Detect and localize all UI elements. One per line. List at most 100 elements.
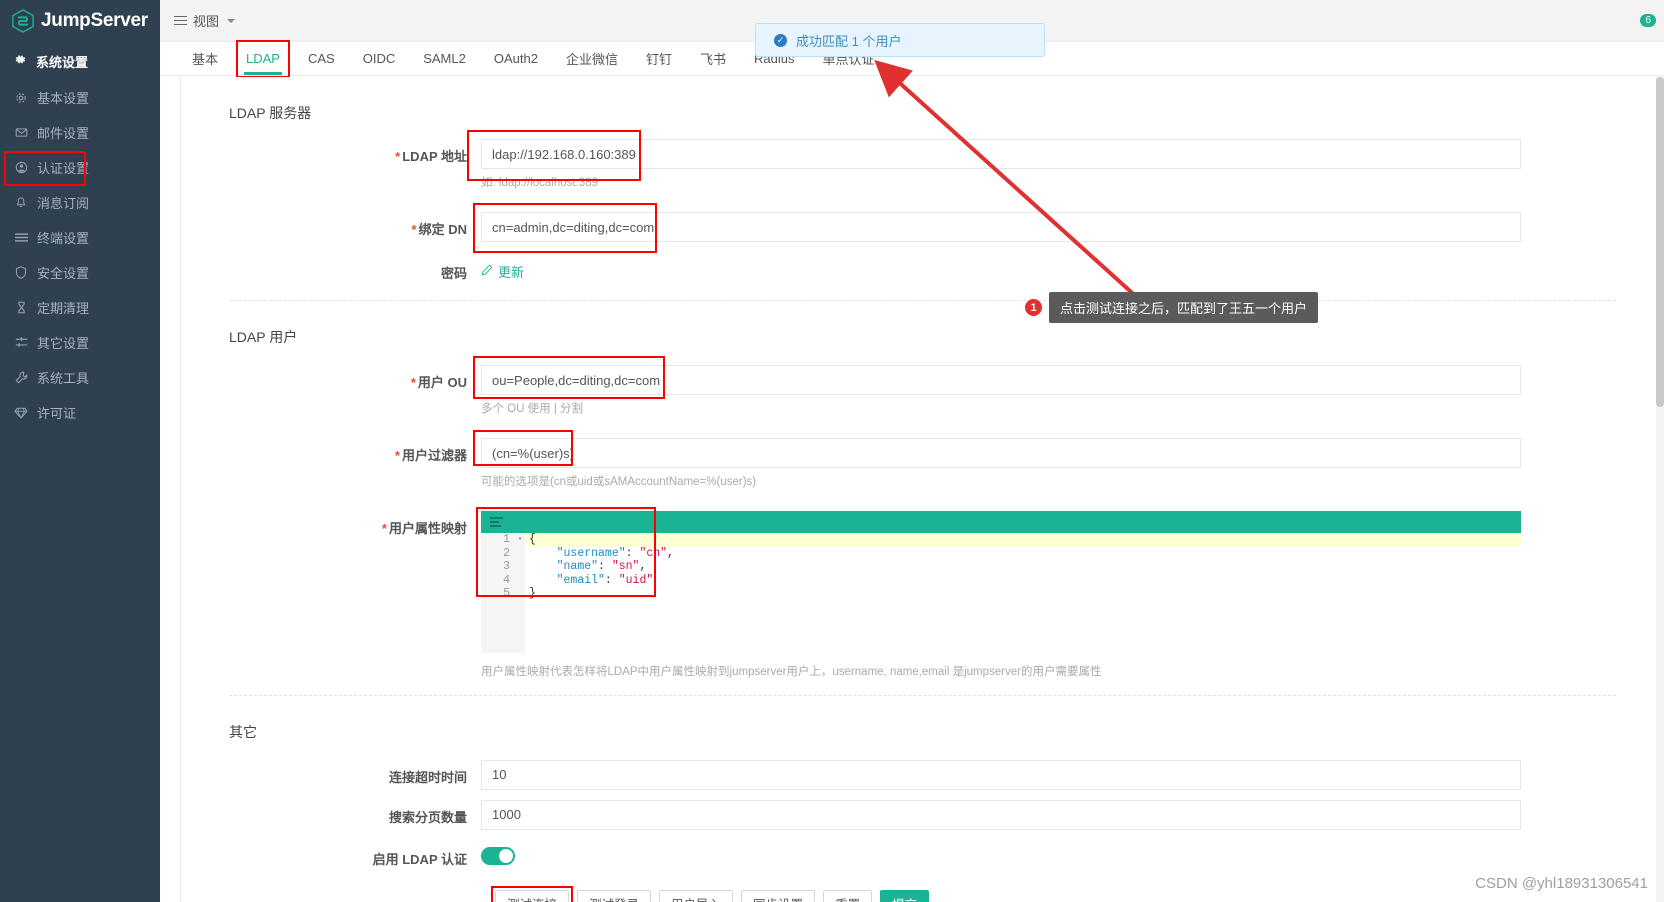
code-text: { bbox=[529, 533, 536, 546]
annotation-step-number: 1 bbox=[1025, 299, 1042, 316]
sidebar-item-periodic-cleanup[interactable]: 定期清理 bbox=[0, 290, 160, 325]
connection-timeout-input[interactable] bbox=[481, 759, 1521, 790]
search-page-size-input[interactable] bbox=[481, 799, 1521, 830]
password-update-link[interactable]: 更新 bbox=[481, 256, 524, 281]
tab-wechat-work[interactable]: 企业微信 bbox=[552, 42, 632, 75]
brand-logo-area[interactable]: JumpServer bbox=[0, 0, 160, 42]
field-control-user-ou: 多个 OU 使用 | 分割 bbox=[473, 356, 1521, 416]
fold-spacer bbox=[515, 587, 525, 601]
test-connection-button[interactable]: 测试连接 bbox=[495, 889, 570, 902]
line-number: 3 bbox=[481, 560, 515, 574]
code-text: "username": "cn", bbox=[556, 546, 674, 560]
gear-icon bbox=[14, 53, 27, 69]
topbar-right-area: 6 bbox=[1640, 14, 1664, 27]
field-control-attr-map: 1 ▾ { 2 "username": "cn", 3 "name": "sn"… bbox=[476, 507, 1521, 679]
editor-toolbar bbox=[481, 511, 1521, 533]
sidebar-group-system-settings[interactable]: 系统设置 bbox=[0, 42, 160, 80]
sidebar-item-message-subscription[interactable]: 消息订阅 bbox=[0, 185, 160, 220]
tab-oauth2[interactable]: OAuth2 bbox=[480, 42, 552, 75]
annotation-callout: 1 点击测试连接之后，匹配到了王五一个用户 bbox=[1025, 292, 1319, 323]
fold-spacer bbox=[515, 560, 525, 574]
attr-map-hint: 用户属性映射代表怎样将LDAP中用户属性映射到jumpserver用户上，use… bbox=[481, 665, 1102, 678]
field-label-user-filter: * 用户过滤器 bbox=[181, 438, 481, 464]
view-switcher-label: 视图 bbox=[193, 14, 220, 29]
diamond-icon bbox=[14, 407, 28, 419]
fold-arrow-icon[interactable]: ▾ bbox=[515, 533, 525, 547]
sidebar-item-system-tools[interactable]: 系统工具 bbox=[0, 360, 160, 395]
enable-ldap-toggle[interactable] bbox=[481, 846, 515, 865]
section-divider-1 bbox=[229, 300, 1616, 301]
tab-label: OIDC bbox=[362, 51, 396, 66]
bind-dn-input[interactable] bbox=[481, 212, 1521, 242]
field-label-timeout: 连接超时时间 bbox=[181, 760, 481, 786]
sidebar-item-license[interactable]: 许可证 bbox=[0, 395, 160, 430]
sidebar-group-label: 系统设置 bbox=[36, 54, 89, 70]
tab-saml2[interactable]: SAML2 bbox=[409, 42, 480, 75]
line-number: 4 bbox=[481, 573, 515, 588]
test-connection-wrapper: 测试连接 bbox=[490, 885, 574, 902]
sidebar-item-label: 安全设置 bbox=[37, 266, 90, 281]
code-text: } bbox=[529, 587, 536, 601]
import-users-button[interactable]: 用户导入 bbox=[659, 889, 734, 902]
sidebar-item-auth-settings[interactable]: 认证设置 bbox=[0, 150, 160, 186]
chevron-down-icon bbox=[227, 18, 236, 23]
mail-icon bbox=[14, 126, 28, 139]
wrench-icon bbox=[14, 371, 28, 384]
field-control-user-filter: 可能的选项是(cn或uid或sAMAccountName=%(user)s) bbox=[473, 430, 1521, 489]
notification-badge[interactable]: 6 bbox=[1640, 14, 1656, 27]
test-login-button[interactable]: 测试登录 bbox=[577, 889, 652, 902]
sidebar-item-basic-settings[interactable]: 基本设置 bbox=[0, 80, 160, 115]
user-filter-hint: 可能的选项是(cn或uid或sAMAccountName=%(user)s) bbox=[481, 476, 757, 488]
view-switcher[interactable]: 视图 bbox=[174, 11, 236, 30]
tab-feishu[interactable]: 飞书 bbox=[686, 42, 740, 75]
sidebar-item-label: 邮件设置 bbox=[37, 126, 90, 141]
ldap-url-hint: 如: ldap://localhost:389 bbox=[481, 177, 598, 189]
label-text: 绑定 DN bbox=[418, 222, 467, 237]
editor-code-area[interactable]: 1 ▾ { 2 "username": "cn", 3 "name": "sn"… bbox=[481, 533, 1521, 653]
field-row-enable-ldap: 启用 LDAP 认证 bbox=[181, 842, 1664, 868]
sidebar-item-other-settings[interactable]: 其它设置 bbox=[0, 325, 160, 360]
tab-dingtalk[interactable]: 钉钉 bbox=[632, 42, 686, 75]
page-scrollbar[interactable] bbox=[1656, 77, 1664, 902]
field-control-ldap-url: 如: ldap://localhost:389 bbox=[467, 130, 1521, 190]
scrollbar-thumb[interactable] bbox=[1656, 77, 1664, 407]
tab-label: 飞书 bbox=[699, 52, 726, 67]
required-marker: * bbox=[394, 448, 400, 463]
ldap-url-input[interactable] bbox=[481, 139, 1521, 169]
code-text: "name": "sn", bbox=[556, 560, 647, 574]
sidebar-item-terminal-settings[interactable]: 终端设置 bbox=[0, 220, 160, 255]
tab-cas[interactable]: CAS bbox=[294, 42, 349, 75]
hourglass-icon bbox=[14, 301, 28, 314]
required-marker: * bbox=[381, 521, 387, 536]
required-marker: * bbox=[395, 149, 401, 164]
tab-label: 企业微信 bbox=[565, 52, 618, 67]
field-label-bind-dn: * 绑定 DN bbox=[181, 212, 481, 238]
bell-icon bbox=[14, 196, 28, 209]
user-ou-input[interactable] bbox=[481, 365, 1521, 395]
label-text: LDAP 地址 bbox=[402, 149, 467, 164]
editor-gutter-filler bbox=[481, 600, 525, 653]
reset-button[interactable]: 重置 bbox=[823, 889, 873, 902]
label-text: 启用 LDAP 认证 bbox=[372, 851, 467, 867]
sidebar-item-mail-settings[interactable]: 邮件设置 bbox=[0, 115, 160, 150]
tab-basic[interactable]: 基本 bbox=[178, 42, 232, 75]
fold-spacer bbox=[515, 573, 525, 588]
field-control-password: 更新 bbox=[481, 256, 524, 281]
gear-icon bbox=[14, 92, 28, 104]
json-editor[interactable]: 1 ▾ { 2 "username": "cn", 3 "name": "sn"… bbox=[476, 507, 1521, 653]
submit-button[interactable]: 提交 bbox=[880, 889, 930, 902]
tab-label: OAuth2 bbox=[493, 51, 538, 66]
field-row-user-filter: *用户过滤器 可能的选项是(cn或uid或sAMAccountName=%(us… bbox=[181, 430, 1664, 489]
user-filter-input[interactable] bbox=[481, 438, 1521, 468]
tab-ldap[interactable]: LDAP bbox=[232, 40, 294, 78]
sync-settings-button[interactable]: 同步设置 bbox=[741, 889, 816, 902]
label-text: 搜索分页数量 bbox=[388, 809, 467, 825]
tab-oidc[interactable]: OIDC bbox=[349, 42, 410, 75]
tab-label: CAS bbox=[307, 51, 335, 66]
code-line: 5 } bbox=[481, 587, 1521, 601]
label-text: 用户 OU bbox=[417, 375, 467, 390]
sidebar-item-security-settings[interactable]: 安全设置 bbox=[0, 255, 160, 290]
format-lines-icon[interactable] bbox=[490, 515, 503, 529]
field-label-page-size: 搜索分页数量 bbox=[181, 800, 481, 826]
line-number: 2 bbox=[481, 546, 515, 561]
